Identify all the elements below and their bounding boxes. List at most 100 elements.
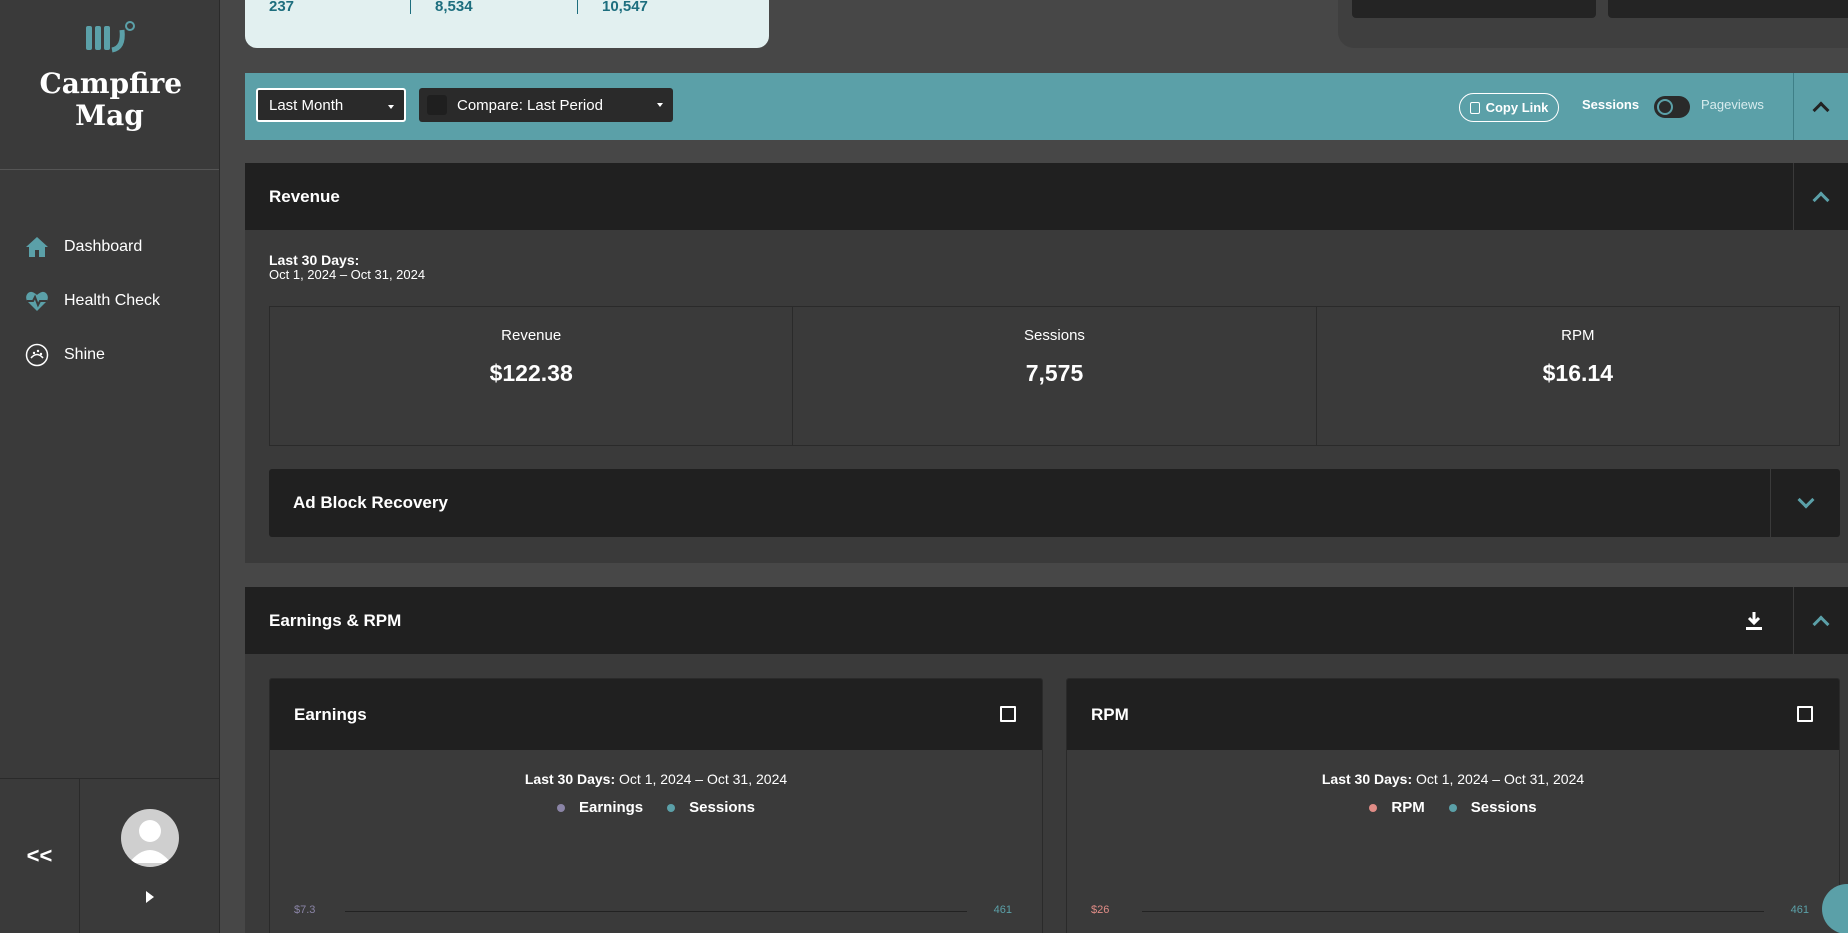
kpi-label: Sessions (1024, 327, 1085, 344)
shine-icon (24, 342, 50, 368)
earnings-rpm-section-header: Earnings & RPM (245, 587, 1848, 654)
brand-logo-icon[interactable] (84, 20, 136, 56)
filter-bar: Last Month Compare: Last Period Copy Lin… (245, 73, 1848, 140)
sidebar-item-label: Shine (64, 346, 105, 363)
collapse-sidebar-button[interactable]: << (0, 779, 80, 933)
toggle-knob (1657, 99, 1673, 115)
top-right-panel (1338, 0, 1848, 48)
sessions-pageviews-toggle[interactable] (1654, 96, 1690, 118)
sidebar-nav: Dashboard Health Check Shine (0, 170, 219, 382)
y-axis-left-tick: $26 (1091, 904, 1110, 916)
sidebar-item-health-check[interactable]: Health Check (0, 274, 219, 328)
earnings-rpm-collapse-button[interactable] (1793, 587, 1848, 654)
user-menu-caret-icon[interactable] (146, 891, 154, 903)
period-select[interactable]: Last Month (256, 88, 406, 122)
chevron-up-icon (1812, 615, 1830, 632)
dropdown-caret-icon (388, 105, 394, 109)
legend-dot-icon (1369, 803, 1378, 812)
divider (410, 0, 411, 14)
period-label: Last 30 Days: (269, 252, 360, 268)
user-area (80, 779, 220, 933)
chart-period: Last 30 Days: Oct 1, 2024 – Oct 31, 2024 (1067, 771, 1839, 787)
period-select-value: Last Month (269, 96, 344, 114)
legend-item-earnings[interactable]: Earnings (556, 799, 644, 816)
kpi-value: 7,575 (1025, 360, 1084, 386)
gridline (1142, 911, 1764, 912)
copy-link-label: Copy Link (1485, 100, 1549, 115)
section-title: Revenue (269, 186, 340, 206)
kpi-label: Revenue (501, 327, 562, 344)
kpi-sessions: Sessions 7,575 (793, 307, 1317, 445)
legend-item-sessions[interactable]: Sessions (667, 799, 755, 816)
legend-label: Sessions (689, 799, 756, 816)
home-icon (24, 234, 50, 260)
legend-label: Sessions (1470, 799, 1537, 816)
filter-collapse-button[interactable] (1793, 73, 1848, 140)
copy-link-button[interactable]: Copy Link (1459, 93, 1559, 122)
kpi-value: $16.14 (1542, 360, 1613, 386)
brand-name: Campfire Mag (39, 67, 183, 132)
legend-dot-icon (1448, 803, 1457, 812)
chart-period-range: Oct 1, 2024 – Oct 31, 2024 (619, 771, 788, 787)
revenue-section-header: Revenue (245, 163, 1848, 230)
kpi-rpm: RPM $16.14 (1317, 307, 1839, 445)
sidebar-item-label: Dashboard (64, 238, 143, 255)
download-icon[interactable] (1745, 611, 1763, 631)
heartbeat-icon (24, 288, 50, 314)
chevron-up-icon (1812, 191, 1830, 208)
legend-item-sessions[interactable]: Sessions (1448, 799, 1537, 816)
chart-period-label: Last 30 Days: (1321, 771, 1413, 787)
legend-dot-icon (556, 803, 565, 812)
legend-label: Earnings (578, 799, 644, 816)
chart-title: RPM (1091, 704, 1129, 724)
chart-header: RPM (1067, 679, 1839, 750)
sidebar-footer: << (0, 778, 220, 933)
kpi-row: Revenue $122.38 Sessions 7,575 RPM $16.1… (269, 306, 1840, 446)
chart-header: Earnings (270, 679, 1042, 750)
top-stat-value: 237 (269, 0, 295, 15)
top-stats-panel: 237 8,534 10,547 (245, 0, 769, 48)
external-link-icon[interactable] (1000, 706, 1016, 722)
toggle-label-pageviews: Pageviews (1701, 97, 1764, 112)
y-axis-left-tick: $7.3 (294, 904, 316, 916)
external-link-icon[interactable] (1797, 706, 1813, 722)
dropdown-caret-icon (657, 103, 663, 107)
toggle-label-sessions: Sessions (1582, 97, 1640, 112)
avatar[interactable] (121, 809, 179, 867)
sidebar-item-label: Health Check (64, 292, 161, 309)
chart-period-label: Last 30 Days: (524, 771, 616, 787)
top-stat-value: 10,547 (602, 0, 648, 15)
ad-block-recovery-title: Ad Block Recovery (293, 493, 448, 512)
earnings-rpm-section: Earnings & RPM Earnings Last 30 Days: Oc… (245, 587, 1848, 933)
legend-label: RPM (1391, 799, 1425, 816)
sidebar-item-dashboard[interactable]: Dashboard (0, 220, 219, 274)
gridline (345, 911, 967, 912)
period-range: Oct 1, 2024 – Oct 31, 2024 (269, 267, 426, 282)
revenue-collapse-button[interactable] (1793, 163, 1848, 230)
section-title: Earnings & RPM (269, 610, 402, 630)
sidebar-item-shine[interactable]: Shine (0, 328, 219, 382)
compare-select-value: Compare: Last Period (457, 96, 603, 114)
compare-checkbox[interactable] (427, 95, 447, 115)
rpm-chart-card: RPM Last 30 Days: Oct 1, 2024 – Oct 31, … (1066, 678, 1840, 933)
y-axis-right-tick: 461 (1790, 904, 1809, 916)
divider (577, 0, 578, 14)
ad-block-recovery-panel[interactable]: Ad Block Recovery (269, 469, 1840, 537)
revenue-section: Revenue Last 30 Days: Oct 1, 2024 – Oct … (245, 163, 1848, 563)
legend-item-rpm[interactable]: RPM (1369, 799, 1425, 816)
copy-icon (1469, 101, 1480, 114)
chevron-up-icon (1812, 101, 1830, 118)
kpi-revenue: Revenue $122.38 (270, 307, 794, 445)
kpi-label: RPM (1561, 327, 1595, 344)
ad-block-expand-button[interactable] (1770, 469, 1840, 537)
chevron-down-icon (1797, 491, 1814, 509)
top-right-card (1608, 0, 1848, 18)
sidebar: Campfire Mag Dashboard Health Check Shin… (0, 0, 220, 933)
chart-period-range: Oct 1, 2024 – Oct 31, 2024 (1416, 771, 1585, 787)
top-right-card (1352, 0, 1596, 18)
top-stat-value: 8,534 (435, 0, 473, 15)
chart-period: Last 30 Days: Oct 1, 2024 – Oct 31, 2024 (270, 771, 1042, 787)
logo-area: Campfire Mag (0, 0, 219, 170)
compare-select[interactable]: Compare: Last Period (419, 88, 673, 122)
chart-legend: Earnings Sessions (270, 799, 1042, 816)
